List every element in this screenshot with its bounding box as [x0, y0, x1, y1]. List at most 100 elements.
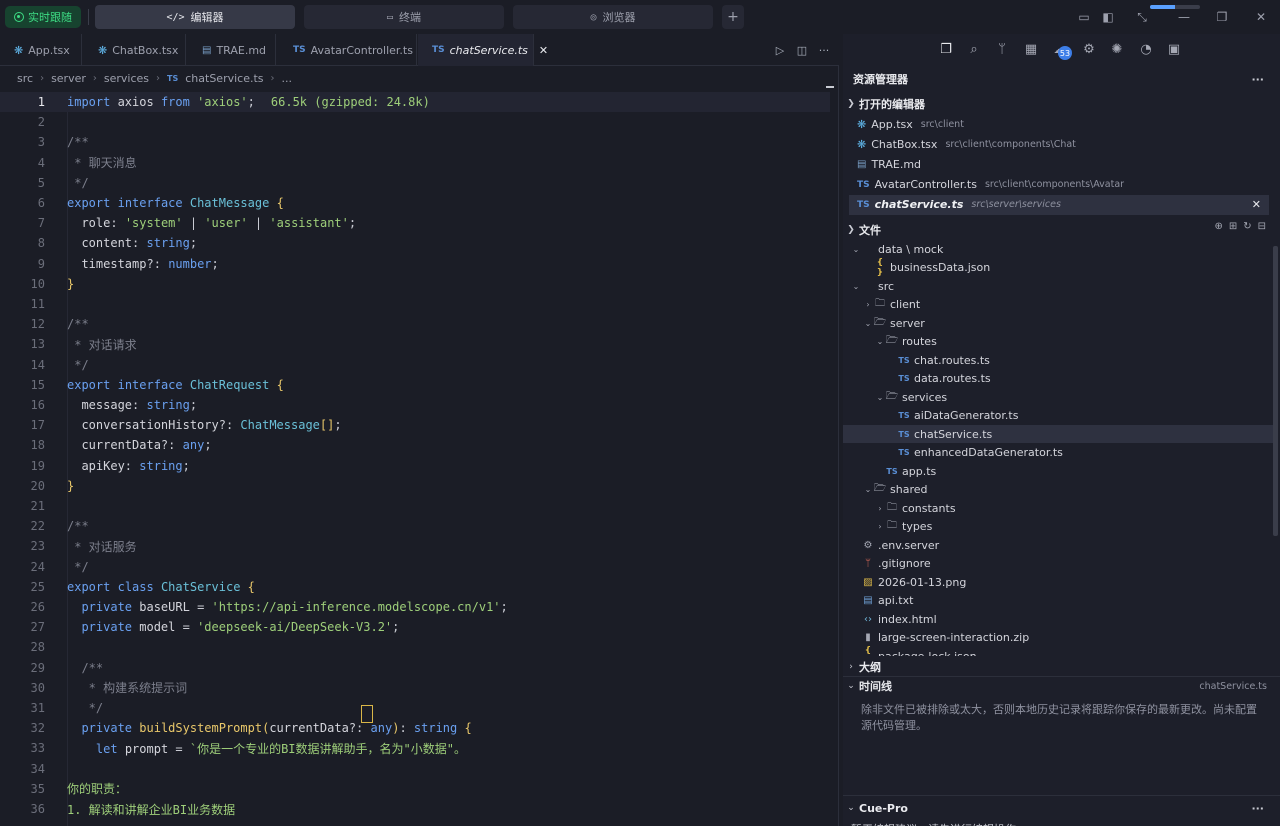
- code-line[interactable]: 13 * 对话请求: [0, 334, 830, 354]
- line-number: 14: [30, 357, 45, 372]
- tree-item[interactable]: ▨ 2026-01-13.png: [843, 573, 1277, 591]
- code-line[interactable]: 9 timestamp?: number;: [0, 254, 830, 274]
- tree-item[interactable]: TS data.routes.ts: [843, 370, 1277, 388]
- code-line[interactable]: 8 content: string;: [0, 233, 830, 253]
- code-line[interactable]: 4 * 聊天消息: [0, 153, 830, 173]
- tree-item[interactable]: TS app.ts: [843, 462, 1277, 480]
- tree-item[interactable]: { } businessData.json: [843, 258, 1277, 278]
- layout-bottom-icon[interactable]: ▭: [1076, 9, 1092, 25]
- mode-tab-browser[interactable]: ◎ 浏览器: [513, 5, 713, 29]
- tree-item[interactable]: TS chat.routes.ts: [843, 351, 1277, 369]
- code-line[interactable]: 20}: [0, 476, 830, 496]
- more-icon[interactable]: ···: [1251, 802, 1264, 815]
- tab-app-tsx[interactable]: ❋ App.tsx: [0, 34, 82, 66]
- more-actions-icon[interactable]: ···: [816, 42, 832, 58]
- tree-item[interactable]: ⌄ data \ mock: [843, 240, 1277, 258]
- tab-trae-md[interactable]: ▤ TRAE.md: [188, 34, 276, 66]
- tab-avatarcontroller-ts[interactable]: TS AvatarController.ts: [279, 34, 417, 66]
- code-line[interactable]: 29 /**: [0, 658, 830, 678]
- tree-item[interactable]: ▮ large-screen-interaction.zip: [843, 629, 1277, 647]
- code-line[interactable]: 6 export interface ChatMessage {: [0, 193, 830, 213]
- code-line[interactable]: 10}: [0, 274, 830, 294]
- code-line[interactable]: 33 let prompt = `你是一个专业的BI数据讲解助手，名为"小数据"…: [0, 738, 830, 758]
- code-line[interactable]: 16 message: string;: [0, 395, 830, 415]
- code-line[interactable]: 12 /**: [0, 314, 830, 334]
- code-line[interactable]: 11: [0, 294, 830, 314]
- follow-button[interactable]: 实时跟随: [5, 6, 81, 28]
- code-line[interactable]: 18 currentData?: any;: [0, 435, 830, 455]
- code-line[interactable]: 28: [0, 637, 830, 657]
- code-line[interactable]: 31 */: [0, 698, 830, 718]
- code-line[interactable]: 26 private baseURL = 'https://api-infere…: [0, 597, 830, 617]
- split-editor-icon[interactable]: ◫: [794, 42, 810, 58]
- tree-item[interactable]: ⚙ .env.server: [843, 536, 1277, 554]
- line-number: 20: [30, 478, 45, 493]
- mode-tab-terminal[interactable]: ▭ 终端: [304, 5, 504, 29]
- tree-item[interactable]: TS aiDataGenerator.ts: [843, 407, 1277, 425]
- chevron-down-icon: ⌄: [852, 281, 860, 291]
- timeline-header[interactable]: ⌄ 时间线 chatService.ts: [843, 677, 1280, 695]
- close-tab-icon[interactable]: ✕: [539, 44, 548, 57]
- tree-item[interactable]: › 🗀 types: [843, 518, 1277, 536]
- code-line[interactable]: 1 import axios from 'axios'; 66.5k (gzippe…: [0, 92, 830, 112]
- breadcrumb-item[interactable]: ...: [282, 72, 293, 85]
- code-line[interactable]: 27 private model = 'deepseek-ai/DeepSeek…: [0, 617, 830, 637]
- tree-item[interactable]: TS chatService.ts: [843, 425, 1277, 443]
- breadcrumb-item[interactable]: server: [51, 72, 86, 85]
- code-line[interactable]: 2: [0, 112, 830, 132]
- minimize-icon[interactable]: —: [1176, 9, 1192, 25]
- breadcrumb-item[interactable]: chatService.ts: [185, 72, 263, 85]
- code-line[interactable]: 36 1. 解读和讲解企业BI业务数据: [0, 799, 830, 819]
- tree-item[interactable]: › 🗀 constants: [843, 499, 1277, 517]
- restore-icon[interactable]: ❐: [1214, 9, 1230, 25]
- code-line[interactable]: 25 export class ChatService {: [0, 577, 830, 597]
- code-text: apiKey: string;: [67, 458, 190, 473]
- code-line[interactable]: 14 */: [0, 355, 830, 375]
- code-line[interactable]: 24 */: [0, 557, 830, 577]
- line-number: 5: [37, 175, 45, 190]
- code-line[interactable]: 3 /**: [0, 132, 830, 152]
- code-line[interactable]: 15 export interface ChatRequest {: [0, 375, 830, 395]
- close-window-icon[interactable]: ✕: [1253, 9, 1269, 25]
- collapse-icon[interactable]: ⤡: [1134, 9, 1150, 25]
- code-area[interactable]: 1 import axios from 'axios'; 66.5k (gzippe…: [0, 92, 830, 826]
- mode-tab-editor[interactable]: </> 编辑器: [95, 5, 295, 29]
- tab-chatbox-tsx[interactable]: ❋ ChatBox.tsx: [84, 34, 186, 66]
- code-line[interactable]: 7 role: 'system' | 'user' | 'assistant';: [0, 213, 830, 233]
- outline-header[interactable]: › 大纲: [843, 658, 1280, 676]
- breadcrumb-item[interactable]: src: [17, 72, 33, 85]
- code-line[interactable]: 17 conversationHistory?: ChatMessage[];: [0, 415, 830, 435]
- tree-item[interactable]: ⌄ 🗁 shared: [843, 481, 1277, 499]
- progress-bar: [1150, 5, 1200, 9]
- chevron-right-icon: ›: [156, 72, 161, 84]
- code-line[interactable]: 21: [0, 496, 830, 516]
- code-line[interactable]: 34: [0, 759, 830, 779]
- add-tab-button[interactable]: +: [722, 5, 744, 29]
- code-line[interactable]: 30 * 构建系统提示词: [0, 678, 830, 698]
- tree-item[interactable]: ‹› index.html: [843, 610, 1277, 628]
- layout-sidebar-icon[interactable]: ◧: [1100, 9, 1116, 25]
- code-line[interactable]: 5 */: [0, 173, 830, 193]
- code-line[interactable]: 22 /**: [0, 516, 830, 536]
- code-line[interactable]: 19 apiKey: string;: [0, 456, 830, 476]
- tree-item[interactable]: ⌄ 🗁 server: [843, 314, 1277, 332]
- code-line[interactable]: 23 * 对话服务: [0, 536, 830, 556]
- tree-item[interactable]: › 🗀 client: [843, 296, 1277, 314]
- run-icon[interactable]: ▷: [772, 42, 788, 58]
- code-line[interactable]: 35 你的职责：: [0, 779, 830, 799]
- tree-item[interactable]: ⌄ 🗁 services: [843, 388, 1277, 406]
- line-number: 15: [30, 377, 45, 392]
- breadcrumb-item[interactable]: services: [104, 72, 149, 85]
- scrollbar[interactable]: [1273, 246, 1278, 536]
- code-line[interactable]: 32 private buildSystemPrompt(currentData…: [0, 718, 830, 738]
- tree-item[interactable]: ᛘ .gitignore: [843, 555, 1277, 573]
- tree-item[interactable]: ⌄ 🗁 routes: [843, 333, 1277, 351]
- tab-chatservice-ts[interactable]: TS chatService.ts ✕: [418, 34, 548, 66]
- tree-item[interactable]: ▤ api.txt: [843, 592, 1277, 610]
- json-icon: { }: [864, 646, 872, 656]
- tree-item[interactable]: ⌄ src: [843, 277, 1277, 295]
- cue-pro-header[interactable]: ⌄ Cue-Pro ···: [843, 799, 1280, 817]
- tree-item[interactable]: { } package-lock.json: [843, 646, 1277, 656]
- tree-item[interactable]: TS enhancedDataGenerator.ts: [843, 444, 1277, 462]
- code-text: */: [67, 701, 104, 715]
